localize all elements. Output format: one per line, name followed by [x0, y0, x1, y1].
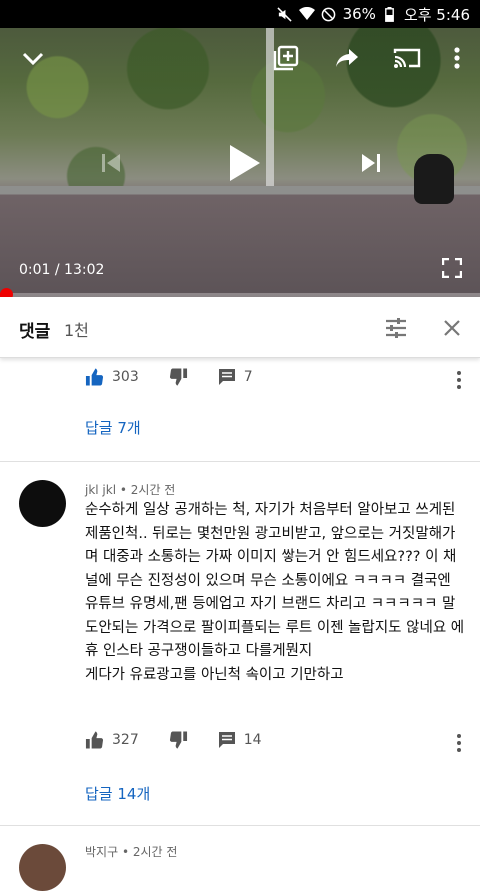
- comment-text: 순수하게 일상 공개하는 척, 자기가 처음부터 알아보고 쓰게된 제품인척..…: [85, 502, 465, 683]
- status-bar: 36% 오후 5:46: [0, 0, 480, 28]
- dislike-button[interactable]: [169, 368, 188, 386]
- comment-actions: 303 7: [85, 368, 253, 386]
- video-player[interactable]: 0:01 / 13:02: [0, 28, 480, 297]
- thumbs-up-icon: [85, 368, 104, 386]
- clock: 오후 5:46: [403, 5, 470, 24]
- divider: [0, 825, 480, 826]
- more-options-icon[interactable]: [456, 368, 462, 392]
- fullscreen-icon[interactable]: [438, 254, 466, 282]
- view-replies-link[interactable]: 답글 7개: [85, 417, 141, 438]
- thumbs-up-icon: [85, 731, 104, 749]
- like-button[interactable]: [85, 368, 104, 386]
- close-icon[interactable]: [438, 314, 466, 342]
- sort-filter-icon[interactable]: [382, 314, 410, 342]
- comment-author[interactable]: 박지구: [85, 845, 118, 859]
- video-time: 0:01 / 13:02: [19, 262, 105, 278]
- comment-time: 2시간 전: [130, 483, 176, 497]
- comment-icon: [218, 732, 235, 748]
- comments-header: 댓글 1천: [0, 297, 480, 358]
- view-replies-link[interactable]: 답글 14개: [85, 783, 150, 804]
- previous-icon[interactable]: [96, 148, 126, 178]
- reply-button[interactable]: [218, 368, 236, 386]
- comments-count: 1천: [64, 321, 89, 340]
- do-not-disturb-icon: [321, 6, 337, 22]
- battery-percent: 36%: [342, 5, 376, 23]
- avatar[interactable]: [19, 844, 66, 891]
- avatar[interactable]: [19, 480, 66, 527]
- reply-count: 7: [243, 369, 253, 385]
- wifi-icon: [298, 6, 315, 22]
- video-frame-wall: [0, 186, 480, 297]
- like-count: 327: [112, 732, 139, 748]
- more-options-icon[interactable]: [456, 731, 462, 755]
- share-icon[interactable]: [331, 42, 363, 74]
- cast-icon[interactable]: [390, 42, 424, 74]
- battery-icon: [382, 6, 398, 22]
- meta-separator: •: [116, 483, 131, 497]
- add-to-playlist-icon[interactable]: [270, 42, 302, 74]
- more-icon[interactable]: [446, 42, 468, 74]
- like-count: 303: [112, 369, 139, 385]
- comments-title: 댓글: [19, 322, 51, 342]
- comment-author[interactable]: jkl jkl: [85, 483, 116, 497]
- comment-meta: jkl jkl • 2시간 전: [85, 481, 175, 498]
- dislike-button[interactable]: [169, 731, 188, 749]
- next-icon[interactable]: [356, 148, 386, 178]
- like-button[interactable]: [85, 731, 104, 749]
- comment-meta: 박지구 • 2시간 전: [85, 843, 177, 860]
- comment-actions: 327 14: [85, 731, 262, 749]
- comment-time: 2시간 전: [132, 845, 178, 859]
- comment-icon: [218, 369, 235, 385]
- thumbs-down-icon: [169, 731, 187, 749]
- reply-count: 14: [243, 732, 262, 748]
- meta-separator: •: [118, 845, 133, 859]
- video-frame-cat: [414, 154, 454, 204]
- mute-icon: [277, 6, 293, 22]
- play-icon[interactable]: [222, 138, 266, 188]
- reply-button[interactable]: [218, 731, 236, 749]
- collapse-icon[interactable]: [18, 44, 48, 74]
- divider: [0, 461, 480, 462]
- thumbs-down-icon: [169, 368, 187, 386]
